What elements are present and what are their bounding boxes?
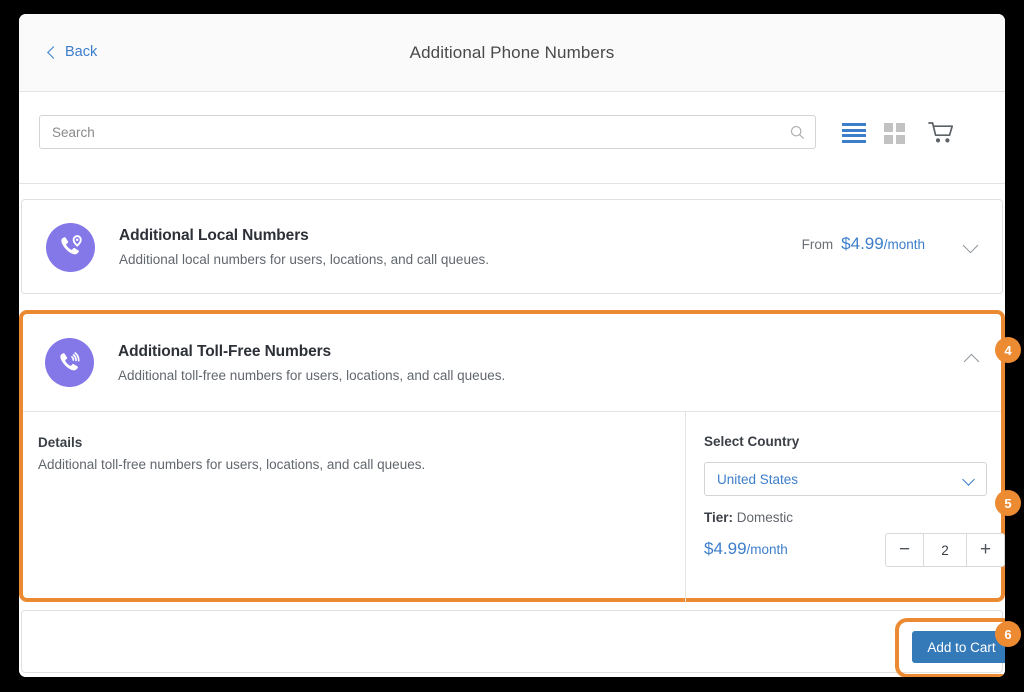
screen-frame: Additional Phone Numbers Back Search Add… — [0, 0, 1024, 692]
grid-view-icon[interactable] — [884, 123, 905, 144]
column-divider — [685, 412, 686, 603]
add-to-cart-button[interactable]: Add to Cart — [912, 631, 1005, 663]
product-price: $4.99/month — [704, 539, 788, 559]
chevron-left-icon — [47, 45, 60, 59]
search-toolbar — [19, 92, 1005, 184]
product-card-body: Details Additional toll-free numbers for… — [23, 411, 1005, 603]
quantity-stepper[interactable]: − 2 + — [885, 533, 1005, 567]
chevron-down-icon — [962, 473, 975, 486]
price-prefix: From — [801, 237, 834, 252]
country-select[interactable]: United States — [704, 462, 987, 496]
tier-value: Domestic — [736, 510, 794, 525]
product-subtitle: Additional local numbers for users, loca… — [119, 252, 489, 267]
chevron-up-icon[interactable] — [963, 353, 981, 371]
product-card-header[interactable]: Additional Local Numbers Additional loca… — [22, 200, 1002, 295]
app-page: Additional Phone Numbers Back Search Add… — [19, 14, 1005, 677]
cart-icon[interactable] — [928, 121, 954, 145]
back-button[interactable]: Back — [47, 44, 98, 60]
chevron-down-icon[interactable] — [962, 237, 980, 255]
price-period: /month — [883, 237, 925, 252]
country-column: Select Country United States Tier: Domes… — [704, 434, 994, 525]
tier-label: Tier: — [704, 510, 734, 525]
product-price: From $4.99/month — [802, 234, 925, 254]
phone-location-icon — [46, 223, 95, 272]
quantity-increment-button[interactable]: + — [967, 534, 1004, 566]
search-field[interactable] — [39, 115, 816, 149]
product-subtitle: Additional toll-free numbers for users, … — [118, 368, 506, 383]
price-period: /month — [746, 542, 788, 557]
page-header: Additional Phone Numbers Back — [19, 14, 1005, 92]
page-title: Additional Phone Numbers — [409, 43, 615, 62]
price-amount: $4.99 — [704, 539, 747, 558]
product-text-block: Additional Toll-Free Numbers Additional … — [118, 343, 505, 383]
action-bar — [21, 610, 1003, 673]
list-view-icon[interactable] — [842, 123, 866, 143]
search-input[interactable] — [40, 116, 785, 148]
product-card-toll-free[interactable]: Additional Toll-Free Numbers Additional … — [19, 310, 1005, 603]
product-text-block: Additional Local Numbers Additional loca… — [119, 227, 489, 267]
tier-row: Tier: Domestic — [704, 510, 994, 525]
product-title: Additional Local Numbers — [119, 227, 309, 244]
country-select-value: United States — [717, 471, 799, 487]
product-card-header[interactable]: Additional Toll-Free Numbers Additional … — [23, 314, 1001, 411]
step-badge-6: 6 — [995, 621, 1021, 647]
product-card-local[interactable]: Additional Local Numbers Additional loca… — [21, 199, 1003, 294]
details-column: Details Additional toll-free numbers for… — [38, 435, 425, 472]
quantity-value[interactable]: 2 — [923, 534, 967, 566]
price-amount: $4.99 — [841, 234, 884, 253]
step-badge-5: 5 — [995, 490, 1021, 516]
phone-signal-icon — [45, 338, 94, 387]
price-amount-group: $4.99/month — [841, 234, 925, 254]
back-button-label: Back — [65, 44, 98, 60]
price-and-quantity-row: $4.99/month − 2 + — [704, 533, 1005, 567]
details-label: Details — [38, 435, 83, 450]
product-title: Additional Toll-Free Numbers — [118, 343, 332, 360]
search-icon — [790, 125, 804, 139]
step-badge-4: 4 — [995, 337, 1021, 363]
product-list: Additional Local Numbers Additional loca… — [19, 184, 1005, 677]
quantity-decrement-button[interactable]: − — [886, 534, 923, 566]
details-text: Additional toll-free numbers for users, … — [38, 457, 426, 472]
select-country-label: Select Country — [704, 434, 800, 449]
